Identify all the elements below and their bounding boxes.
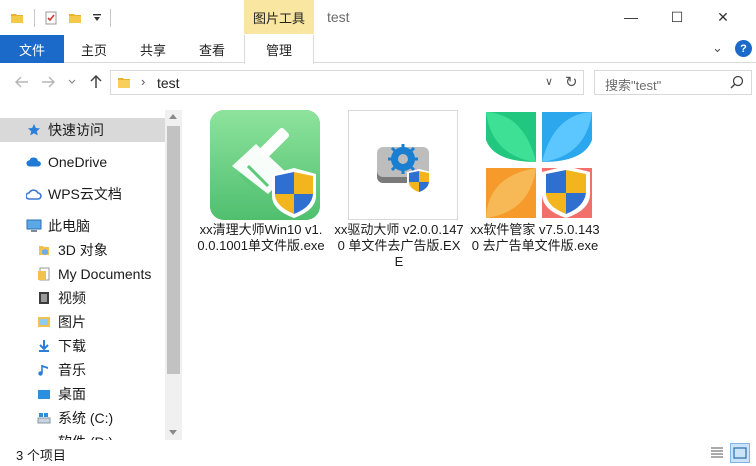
tab-view[interactable]: 查看: [188, 35, 236, 63]
nav-item-music[interactable]: 音乐: [0, 358, 165, 382]
nav-item-my-documents[interactable]: My Documents: [0, 262, 165, 286]
minimize-button[interactable]: —: [608, 0, 654, 34]
file-item[interactable]: xx驱动大师 v2.0.0.1470 单文件去广告版.EXE: [334, 110, 464, 290]
desktop-icon: [36, 386, 52, 402]
picture-tools-context-tab: 图片工具: [244, 0, 314, 34]
drive-icon: [36, 410, 52, 426]
expand-ribbon-icon[interactable]: ⌄: [712, 40, 723, 56]
computer-icon: [26, 218, 42, 234]
scroll-up-arrow-icon[interactable]: [169, 114, 177, 119]
file-name[interactable]: xx软件管家 v7.5.0.1430 去广告单文件版.exe: [470, 222, 600, 254]
nav-item-system-c[interactable]: 系统 (C:): [0, 406, 165, 430]
recent-locations-icon[interactable]: [62, 72, 82, 92]
file-item[interactable]: xx清理大师Win10 v1.0.0.1001单文件版.exe: [197, 110, 325, 290]
status-bar: 3 个项目: [0, 440, 756, 466]
nav-item-label: 下载: [58, 338, 86, 354]
maximize-button[interactable]: ☐: [654, 0, 700, 34]
file-name[interactable]: xx驱动大师 v2.0.0.1470 单文件去广告版.EXE: [334, 222, 464, 270]
details-view-icon[interactable]: [707, 443, 727, 463]
nav-item-desktop[interactable]: 桌面: [0, 382, 165, 406]
file-item[interactable]: xx软件管家 v7.5.0.1430 去广告单文件版.exe: [470, 110, 600, 290]
nav-item-label: 音乐: [58, 362, 86, 378]
folder-icon[interactable]: [8, 9, 26, 27]
star-icon: [26, 122, 42, 138]
nav-item-downloads[interactable]: 下载: [0, 334, 165, 358]
scrollbar-thumb[interactable]: [167, 126, 180, 374]
nav-item-this-pc[interactable]: 此电脑: [0, 214, 165, 238]
nav-item-label: My Documents: [58, 266, 152, 282]
nav-item-label: 快速访问: [48, 122, 104, 138]
close-button[interactable]: ✕: [700, 0, 746, 34]
nav-item-label: 此电脑: [48, 218, 90, 234]
tab-share[interactable]: 共享: [129, 35, 177, 63]
search-placeholder: 搜索"test": [605, 78, 662, 93]
file-name[interactable]: xx清理大师Win10 v1.0.0.1001单文件版.exe: [196, 222, 326, 254]
documents-icon: [36, 266, 52, 282]
nav-item-label: OneDrive: [48, 154, 108, 170]
refresh-icon[interactable]: ↻: [565, 73, 578, 91]
forward-arrow-icon[interactable]: [38, 72, 58, 92]
nav-item-label: 软件 (D:): [58, 432, 113, 440]
nav-item-software-d[interactable]: 软件 (D:): [0, 430, 165, 440]
nav-pane-scrollbar[interactable]: [165, 110, 182, 440]
title-bar: 图片工具 test — ☐ ✕: [0, 0, 756, 35]
nav-item-onedrive[interactable]: OneDrive: [0, 150, 165, 174]
gear-drive-shield-app-icon: [348, 110, 458, 220]
chevron-down-icon[interactable]: ∨: [545, 75, 553, 88]
chevron-right-icon[interactable]: ›: [141, 74, 145, 89]
folder-icon: [117, 76, 131, 92]
download-icon: [36, 338, 52, 354]
nav-item-label: 桌面: [58, 386, 86, 402]
back-arrow-icon[interactable]: [12, 72, 32, 92]
tab-manage[interactable]: 管理: [244, 35, 314, 64]
address-bar[interactable]: › test ∨ ↻: [110, 70, 584, 95]
nav-item-videos[interactable]: 视频: [0, 286, 165, 310]
nav-item-label: WPS云文档: [48, 186, 122, 202]
cloud-icon: [26, 154, 42, 170]
music-icon: [36, 362, 52, 378]
large-icons-view-icon[interactable]: [730, 443, 750, 463]
pictures-icon: [36, 314, 52, 330]
navigation-pane: 快速访问 OneDrive WPS云文档 此电脑 3D 对象 My Docume…: [0, 110, 182, 440]
ribbon-tabs: 文件 主页 共享 查看 管理 ⌄ ?: [0, 35, 756, 64]
nav-item-pictures[interactable]: 图片: [0, 310, 165, 334]
window-title: test: [327, 9, 350, 25]
nav-item-wps-cloud[interactable]: WPS云文档: [0, 182, 165, 206]
3d-objects-icon: [36, 242, 52, 258]
petal-shield-app-icon: [484, 110, 594, 220]
properties-icon[interactable]: [42, 9, 60, 27]
nav-item-3d-objects[interactable]: 3D 对象: [0, 238, 165, 262]
customize-toolbar-icon[interactable]: [88, 9, 106, 27]
search-input[interactable]: 搜索"test": [594, 70, 752, 95]
scroll-down-arrow-icon[interactable]: [169, 430, 177, 435]
nav-item-label: 图片: [58, 314, 86, 330]
video-icon: [36, 290, 52, 306]
tab-file[interactable]: 文件: [0, 35, 64, 63]
help-icon[interactable]: ?: [735, 40, 752, 57]
new-folder-icon[interactable]: [66, 9, 84, 27]
address-path[interactable]: test: [157, 75, 180, 91]
nav-item-quick-access[interactable]: 快速访问: [0, 118, 165, 142]
item-count: 3 个项目: [16, 448, 66, 463]
tab-home[interactable]: 主页: [70, 35, 118, 63]
up-arrow-icon[interactable]: [86, 72, 106, 92]
broom-shield-app-icon: [210, 110, 320, 220]
nav-item-label: 视频: [58, 290, 86, 306]
search-icon[interactable]: [730, 75, 744, 92]
wps-cloud-icon: [26, 186, 42, 202]
nav-item-label: 3D 对象: [58, 242, 108, 258]
nav-item-label: 系统 (C:): [58, 410, 114, 426]
